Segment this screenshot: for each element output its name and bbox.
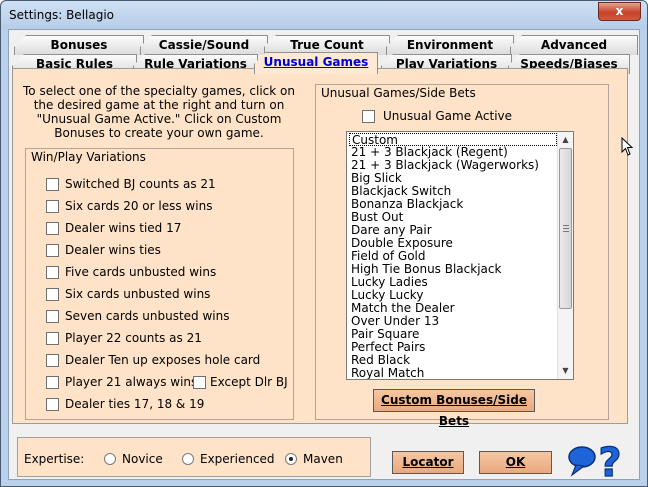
checkbox-box[interactable] — [46, 177, 59, 191]
custom-bonuses-button[interactable]: Custom Bonuses/Side Bets — [373, 389, 535, 428]
intro-text: To select one of the specialty games, cl… — [23, 84, 295, 140]
checkbox-label: Dealer wins tied 17 — [65, 221, 182, 235]
scroll-thumb[interactable] — [559, 148, 572, 309]
close-button[interactable]: x — [598, 2, 641, 21]
svg-text:?: ? — [598, 443, 621, 481]
checkbox-box[interactable] — [46, 375, 59, 389]
checkbox-label: Six cards 20 or less wins — [65, 199, 213, 213]
checkbox-box[interactable] — [46, 287, 59, 301]
checkbox-box[interactable] — [46, 397, 59, 411]
checkbox-label: Dealer ties 17, 18 & 19 — [65, 397, 205, 411]
checkbox-label: Dealer wins ties — [65, 243, 161, 257]
radio-circle[interactable] — [285, 453, 297, 465]
five-cards-unbusted-checkbox[interactable]: Five cards unbusted wins — [46, 264, 216, 280]
checkbox-label: Except Dlr BJ — [210, 375, 288, 389]
win-play-variations-title: Win/Play Variations — [29, 150, 148, 164]
dealer-ten-up-checkbox[interactable]: Dealer Ten up exposes hole card — [46, 352, 260, 368]
dealer-wins-ties-checkbox[interactable]: Dealer wins ties — [46, 242, 161, 258]
scroll-down-arrow-icon[interactable]: ▼ — [558, 363, 573, 379]
radio-circle[interactable] — [104, 453, 116, 465]
expertise-group: Expertise: Novice Experienced Maven — [17, 437, 371, 477]
tab-unusual-games[interactable]: Unusual Games — [254, 52, 378, 74]
six-cards-unbusted-checkbox[interactable]: Six cards unbusted wins — [46, 286, 210, 302]
checkbox-box[interactable] — [46, 265, 59, 279]
checkbox-box[interactable] — [193, 375, 206, 389]
ok-button[interactable]: OK — [479, 451, 552, 474]
six-cards-20-checkbox[interactable]: Six cards 20 or less wins — [46, 198, 212, 214]
player-21-always-wins-checkbox[interactable]: Player 21 always wins — [46, 374, 197, 390]
list-scrollbar[interactable]: ▲ ▼ — [557, 132, 573, 379]
radio-novice[interactable]: Novice — [104, 452, 163, 466]
checkbox-label: Unusual Game Active — [383, 109, 513, 123]
tab-bonuses[interactable]: Bonuses — [14, 35, 144, 55]
checkbox-box[interactable] — [46, 353, 59, 367]
checkbox-label: Six cards unbusted wins — [65, 287, 211, 301]
checkbox-label: Player 22 counts as 21 — [65, 331, 202, 345]
list-item[interactable]: Royal Match — [349, 367, 557, 380]
grip-icon — [563, 225, 569, 232]
tab-cassie-sound[interactable]: Cassie/Sound — [140, 35, 268, 55]
checkbox-box[interactable] — [46, 221, 59, 235]
dealer-ties-checkbox[interactable]: Dealer ties 17, 18 & 19 — [46, 396, 204, 412]
list-items: Custom 21 + 3 Blackjack (Regent) 21 + 3 … — [349, 133, 557, 380]
dealer-wins-tied-17-checkbox[interactable]: Dealer wins tied 17 — [46, 220, 181, 236]
checkbox-box[interactable] — [46, 243, 59, 257]
unusual-games-title: Unusual Games/Side Bets — [319, 86, 478, 100]
checkbox-box[interactable] — [362, 109, 375, 123]
help-icon[interactable]: ? — [566, 439, 638, 487]
expertise-label: Expertise: — [24, 452, 85, 466]
checkbox-box[interactable] — [46, 199, 59, 213]
checkbox-label: Seven cards unbusted wins — [65, 309, 230, 323]
window-title: Settings: Bellagio — [9, 8, 115, 22]
checkbox-box[interactable] — [46, 309, 59, 323]
mouse-cursor-icon — [621, 136, 634, 160]
radio-maven[interactable]: Maven — [285, 452, 343, 466]
radio-label: Maven — [303, 452, 343, 466]
tab-environment[interactable]: Environment — [386, 35, 514, 55]
switched-bj-checkbox[interactable]: Switched BJ counts as 21 — [46, 176, 216, 192]
unusual-games-list[interactable]: Custom 21 + 3 Blackjack (Regent) 21 + 3 … — [346, 131, 574, 380]
checkbox-label: Dealer Ten up exposes hole card — [65, 353, 261, 367]
radio-circle[interactable] — [182, 453, 194, 465]
seven-cards-unbusted-checkbox[interactable]: Seven cards unbusted wins — [46, 308, 229, 324]
except-dlr-bj-checkbox[interactable]: Except Dlr BJ — [193, 374, 288, 390]
player-22-counts-checkbox[interactable]: Player 22 counts as 21 — [46, 330, 202, 346]
checkbox-label: Switched BJ counts as 21 — [65, 177, 216, 191]
scroll-up-arrow-icon[interactable]: ▲ — [558, 132, 573, 148]
radio-label: Experienced — [200, 452, 275, 466]
locator-button[interactable]: Locator — [392, 451, 464, 474]
checkbox-box[interactable] — [46, 331, 59, 345]
tab-advanced[interactable]: Advanced — [510, 35, 638, 55]
checkbox-label: Player 21 always wins — [65, 375, 198, 389]
title-bar[interactable]: Settings: Bellagio x — [1, 1, 647, 29]
radio-experienced[interactable]: Experienced — [182, 452, 275, 466]
unusual-game-active-checkbox[interactable]: Unusual Game Active — [362, 108, 512, 124]
radio-label: Novice — [122, 452, 163, 466]
checkbox-label: Five cards unbusted wins — [65, 265, 217, 279]
